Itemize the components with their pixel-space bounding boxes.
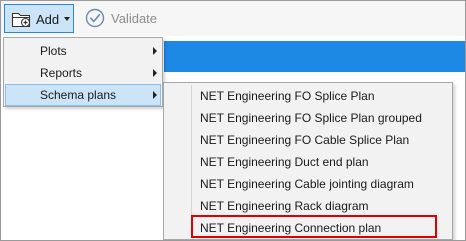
submenu-item-label: NET Engineering Connection plan [200,221,382,235]
caret-down-icon [64,17,70,21]
submenu-item-label: NET Engineering FO Splice Plan [200,89,375,103]
add-button[interactable]: Add [4,4,74,33]
menu-item-label: Reports [40,66,83,80]
menu-item-reports[interactable]: Reports [5,62,161,84]
add-dropdown-menu: Plots Reports Schema plans [3,37,163,107]
submenu-item[interactable]: NET Engineering Cable jointing diagram [192,173,450,195]
submenu-item-label: NET Engineering Cable jointing diagram [200,177,414,191]
submenu-item-label: NET Engineering Duct end plan [200,155,369,169]
app-window: Add Validate Plots Reports Schema plans [0,0,466,241]
check-circle-icon [85,8,105,28]
toolbar: Add Validate [1,1,465,36]
submenu-item-label: NET Engineering Rack diagram [200,199,369,213]
submenu-item-connection-plan[interactable]: NET Engineering Connection plan [192,217,450,239]
menu-item-schema-plans[interactable]: Schema plans [5,84,161,106]
submenu-item[interactable]: NET Engineering Duct end plan [192,151,450,173]
submenu-item-label: NET Engineering FO Cable Splice Plan [200,133,410,147]
submenu-item[interactable]: NET Engineering FO Splice Plan [192,85,450,107]
schema-plans-submenu: NET Engineering FO Splice Plan NET Engin… [163,82,453,240]
folder-add-icon [11,12,31,28]
menu-item-plots[interactable]: Plots [5,40,161,62]
submenu-item[interactable]: NET Engineering FO Cable Splice Plan [192,129,450,151]
background-header-band [164,41,465,72]
submenu-item[interactable]: NET Engineering FO Splice Plan grouped [192,107,450,129]
submenu-arrow-icon [153,47,157,55]
submenu-item[interactable]: NET Engineering Rack diagram [192,195,450,217]
validate-button[interactable]: Validate [81,4,161,33]
submenu-arrow-icon [153,69,157,77]
menu-item-label: Plots [40,44,67,58]
submenu-arrow-icon [153,91,157,99]
menu-item-label: Schema plans [40,88,117,102]
add-label: Add [36,12,60,27]
validate-label: Validate [111,11,158,26]
submenu-item-label: NET Engineering FO Splice Plan grouped [200,111,422,125]
